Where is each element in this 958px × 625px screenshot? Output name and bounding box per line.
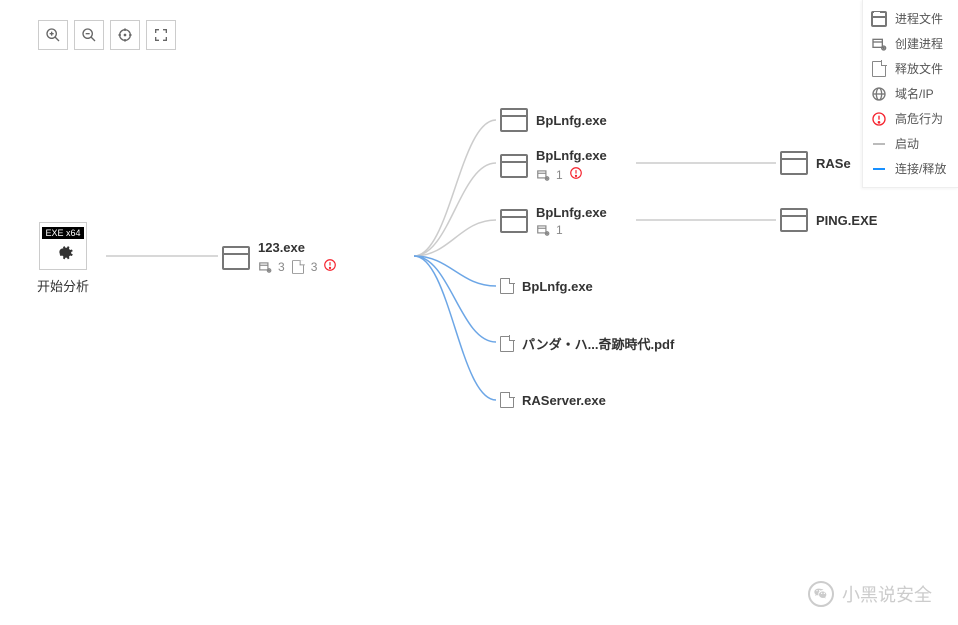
window-icon <box>780 208 808 232</box>
window-icon <box>780 151 808 175</box>
node-sub: 3 3 <box>258 258 337 275</box>
node-bplnfg-2[interactable]: BpLnfg.exe 1 <box>500 148 607 183</box>
node-ping[interactable]: PING.EXE <box>780 208 877 232</box>
node-title: BpLnfg.exe <box>536 205 607 220</box>
window-icon <box>500 154 528 178</box>
node-sub: 1 <box>536 223 607 237</box>
create-count: 1 <box>556 223 563 237</box>
graph-canvas[interactable]: EXE x64 开始分析 123.exe 3 3 BpLnfg.exe BpLn… <box>0 0 958 625</box>
create-count: 3 <box>278 260 285 274</box>
node-rase[interactable]: RASe <box>780 151 851 175</box>
exe-tag: EXE x64 <box>42 227 83 239</box>
window-icon <box>500 209 528 233</box>
root-node[interactable]: EXE x64 开始分析 <box>37 222 89 295</box>
node-bplnfg-1[interactable]: BpLnfg.exe <box>500 108 607 132</box>
node-pdf[interactable]: パンダ・ハ...奇跡時代.pdf <box>500 334 674 353</box>
create-process-icon <box>536 168 550 182</box>
file-icon <box>500 392 514 408</box>
wechat-icon <box>808 581 834 607</box>
watermark: 小黑说安全 <box>808 581 932 607</box>
node-title: RAServer.exe <box>522 393 606 408</box>
file-count: 3 <box>311 260 318 274</box>
node-bplnfg-3[interactable]: BpLnfg.exe 1 <box>500 205 607 237</box>
node-123-exe[interactable]: 123.exe 3 3 <box>222 240 337 275</box>
node-sub: 1 <box>536 166 607 183</box>
create-count: 1 <box>556 168 563 182</box>
node-title: 123.exe <box>258 240 337 255</box>
node-title: RASe <box>816 156 851 171</box>
node-title: PING.EXE <box>816 213 877 228</box>
file-icon <box>500 278 514 294</box>
create-process-icon <box>258 260 272 274</box>
cogs-icon <box>52 241 74 266</box>
exe-icon: EXE x64 <box>39 222 87 270</box>
file-icon <box>500 336 514 352</box>
root-label: 开始分析 <box>37 276 89 295</box>
node-title: BpLnfg.exe <box>536 113 607 128</box>
node-title: BpLnfg.exe <box>536 148 607 163</box>
create-process-icon <box>536 223 550 237</box>
node-bplnfg-file[interactable]: BpLnfg.exe <box>500 278 593 294</box>
watermark-text: 小黑说安全 <box>842 581 932 607</box>
window-icon <box>222 246 250 270</box>
node-title: BpLnfg.exe <box>522 279 593 294</box>
edges-svg <box>0 0 958 625</box>
node-raserver[interactable]: RAServer.exe <box>500 392 606 408</box>
danger-icon <box>569 166 583 183</box>
node-title: パンダ・ハ...奇跡時代.pdf <box>522 334 674 353</box>
window-icon <box>500 108 528 132</box>
danger-icon <box>323 258 337 275</box>
file-icon <box>292 260 304 274</box>
